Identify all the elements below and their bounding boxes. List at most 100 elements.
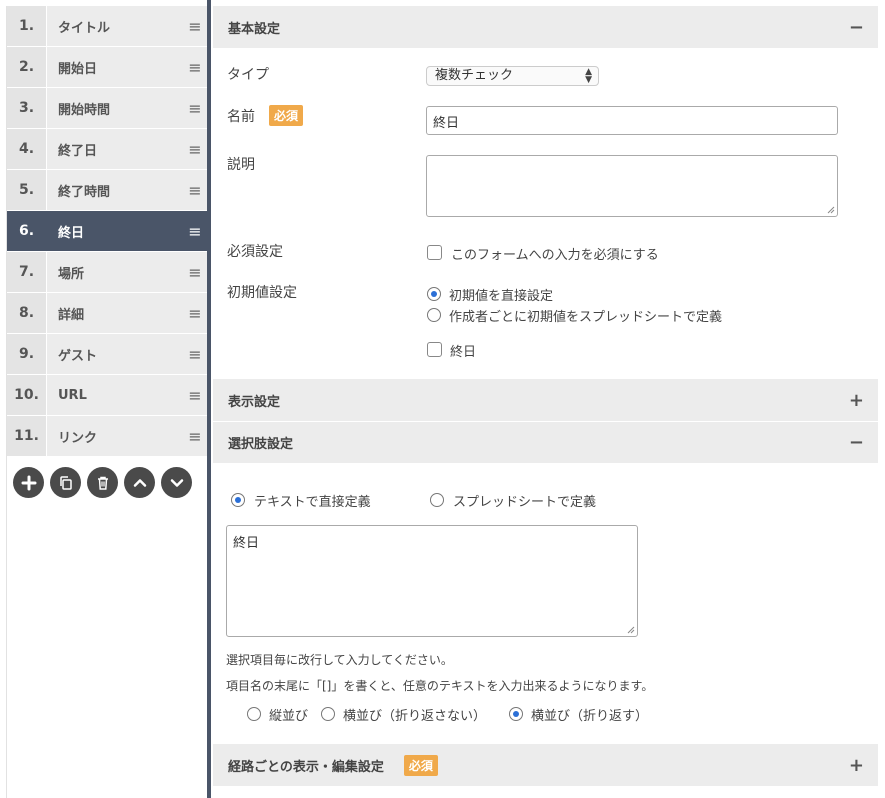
field-list: 1. タイトル ≡ 2. 開始日 ≡ 3. 開始時間 ≡ 4. 終了日 ≡ 5.… [7, 6, 207, 457]
drag-handle-icon[interactable]: ≡ [183, 386, 207, 405]
add-field-button[interactable] [13, 467, 44, 498]
source-text-label: テキストで直接定義 [254, 495, 371, 510]
field-number: 10. [7, 375, 47, 415]
layout-vertical-label: 縦並び [269, 709, 309, 724]
section-body-choices: テキストで直接定義 スプレッドシートで定義 終日 選択項目毎に改行して入力してく… [213, 463, 878, 744]
required-badge: 必須 [269, 105, 304, 126]
field-number: 7. [7, 252, 47, 292]
field-number: 3. [7, 88, 47, 128]
drag-handle-icon[interactable]: ≡ [183, 58, 207, 77]
drag-handle-icon[interactable]: ≡ [183, 345, 207, 364]
panel-divider [207, 0, 211, 798]
move-up-button[interactable] [124, 467, 155, 498]
resize-grip-icon[interactable] [627, 626, 635, 634]
field-label: 終了日 [58, 143, 98, 159]
delete-field-button[interactable] [87, 467, 118, 498]
section-header-route[interactable]: 経路ごとの表示・編集設定 必須 + [213, 744, 878, 786]
field-number: 8. [7, 293, 47, 333]
drag-handle-icon[interactable]: ≡ [183, 17, 207, 36]
field-item-url[interactable]: 10. URL ≡ [7, 375, 207, 416]
chevron-down-icon [170, 478, 183, 487]
field-item-title[interactable]: 1. タイトル ≡ [7, 6, 207, 47]
initial-spreadsheet-label: 作成者ごとに初期値をスプレッドシートで定義 [449, 310, 723, 325]
initial-direct-radio[interactable] [427, 287, 441, 301]
name-input[interactable]: 終日 [426, 106, 838, 135]
field-item-link[interactable]: 11. リンク ≡ [7, 416, 207, 457]
field-item-end-date[interactable]: 4. 終了日 ≡ [7, 129, 207, 170]
section-title-wrap: 経路ごとの表示・編集設定 必須 [228, 754, 438, 776]
copy-icon [59, 475, 72, 490]
copy-field-button[interactable] [50, 467, 81, 498]
required-badge: 必須 [403, 754, 438, 776]
drag-handle-icon[interactable]: ≡ [183, 181, 207, 200]
drag-handle-icon[interactable]: ≡ [183, 263, 207, 282]
plus-icon [21, 475, 36, 490]
required-checkbox-label: このフォームへの入力を必須にする [451, 248, 659, 263]
field-label: 開始日 [58, 61, 98, 77]
required-setting-label: 必須設定 [227, 244, 283, 260]
field-item-end-time[interactable]: 5. 終了時間 ≡ [7, 170, 207, 211]
field-item-all-day[interactable]: 6. 終日 ≡ [7, 211, 207, 252]
field-label: リンク [58, 430, 98, 446]
section-title: 経路ごとの表示・編集設定 [228, 759, 384, 775]
resize-grip-icon[interactable] [827, 206, 835, 214]
choices-textarea[interactable]: 終日 [226, 525, 638, 637]
name-label-text: 名前 [227, 109, 255, 125]
drag-handle-icon[interactable]: ≡ [183, 99, 207, 118]
initial-value-label: 初期値設定 [227, 285, 297, 301]
section-header-display[interactable]: 表示設定 + [213, 379, 878, 421]
field-number: 9. [7, 334, 47, 374]
field-number: 4. [7, 129, 47, 169]
name-label: 名前 必須 [227, 105, 304, 126]
chevron-up-icon [133, 478, 146, 487]
initial-direct-label: 初期値を直接設定 [449, 289, 554, 304]
collapse-icon[interactable]: − [849, 432, 864, 453]
type-select-value: 複数チェック [435, 68, 514, 83]
expand-icon[interactable]: + [849, 755, 864, 776]
description-textarea[interactable] [426, 155, 838, 217]
layout-vertical-radio[interactable] [247, 707, 261, 721]
layout-horizontal-nowrap-label: 横並び（折り返さない） [343, 709, 487, 724]
source-spreadsheet-radio[interactable] [430, 493, 444, 507]
expand-icon[interactable]: + [849, 390, 864, 411]
choices-text-value: 終日 [233, 536, 260, 551]
field-number: 1. [7, 6, 47, 46]
drag-handle-icon[interactable]: ≡ [183, 427, 207, 446]
field-item-details[interactable]: 8. 詳細 ≡ [7, 293, 207, 334]
layout-horizontal-wrap-radio[interactable] [509, 707, 523, 721]
section-body-basic: タイプ 複数チェック ▲ ▼ 名前 必須 終日 説明 必須設定 このフォームへの入力… [213, 48, 878, 379]
field-label: 終了時間 [58, 184, 111, 200]
section-title: 表示設定 [228, 394, 281, 410]
field-sidebar: 1. タイトル ≡ 2. 開始日 ≡ 3. 開始時間 ≡ 4. 終了日 ≡ 5.… [6, 6, 207, 798]
field-item-location[interactable]: 7. 場所 ≡ [7, 252, 207, 293]
move-down-button[interactable] [161, 467, 192, 498]
field-number: 2. [7, 47, 47, 87]
field-item-start-time[interactable]: 3. 開始時間 ≡ [7, 88, 207, 129]
field-number: 6. [7, 211, 47, 251]
field-item-guests[interactable]: 9. ゲスト ≡ [7, 334, 207, 375]
field-label: 開始時間 [58, 102, 111, 118]
field-label: 場所 [58, 266, 85, 282]
collapse-icon[interactable]: − [849, 17, 864, 38]
section-header-basic[interactable]: 基本設定 − [213, 6, 878, 48]
field-number: 11. [7, 416, 47, 456]
settings-panel: 基本設定 − タイプ 複数チェック ▲ ▼ 名前 必須 終日 説明 必須設定 このフ… [213, 6, 878, 786]
layout-horizontal-nowrap-radio[interactable] [321, 707, 335, 721]
type-label: タイプ [227, 67, 269, 83]
field-label: ゲスト [58, 348, 98, 364]
field-label: タイトル [58, 20, 111, 36]
drag-handle-icon[interactable]: ≡ [183, 140, 207, 159]
initial-all-day-checkbox[interactable] [427, 342, 442, 357]
section-header-choices[interactable]: 選択肢設定 − [213, 421, 878, 463]
choices-help-text: 選択項目毎に改行して入力してください。 [226, 653, 453, 667]
drag-handle-icon[interactable]: ≡ [183, 222, 207, 241]
section-title: 基本設定 [228, 21, 281, 37]
required-checkbox[interactable] [427, 245, 442, 260]
field-toolbar [7, 457, 207, 498]
field-item-start-date[interactable]: 2. 開始日 ≡ [7, 47, 207, 88]
source-text-radio[interactable] [231, 493, 245, 507]
field-label: 終日 [58, 225, 85, 241]
drag-handle-icon[interactable]: ≡ [183, 304, 207, 323]
type-select[interactable]: 複数チェック ▲ ▼ [426, 66, 599, 86]
initial-spreadsheet-radio[interactable] [427, 308, 441, 322]
